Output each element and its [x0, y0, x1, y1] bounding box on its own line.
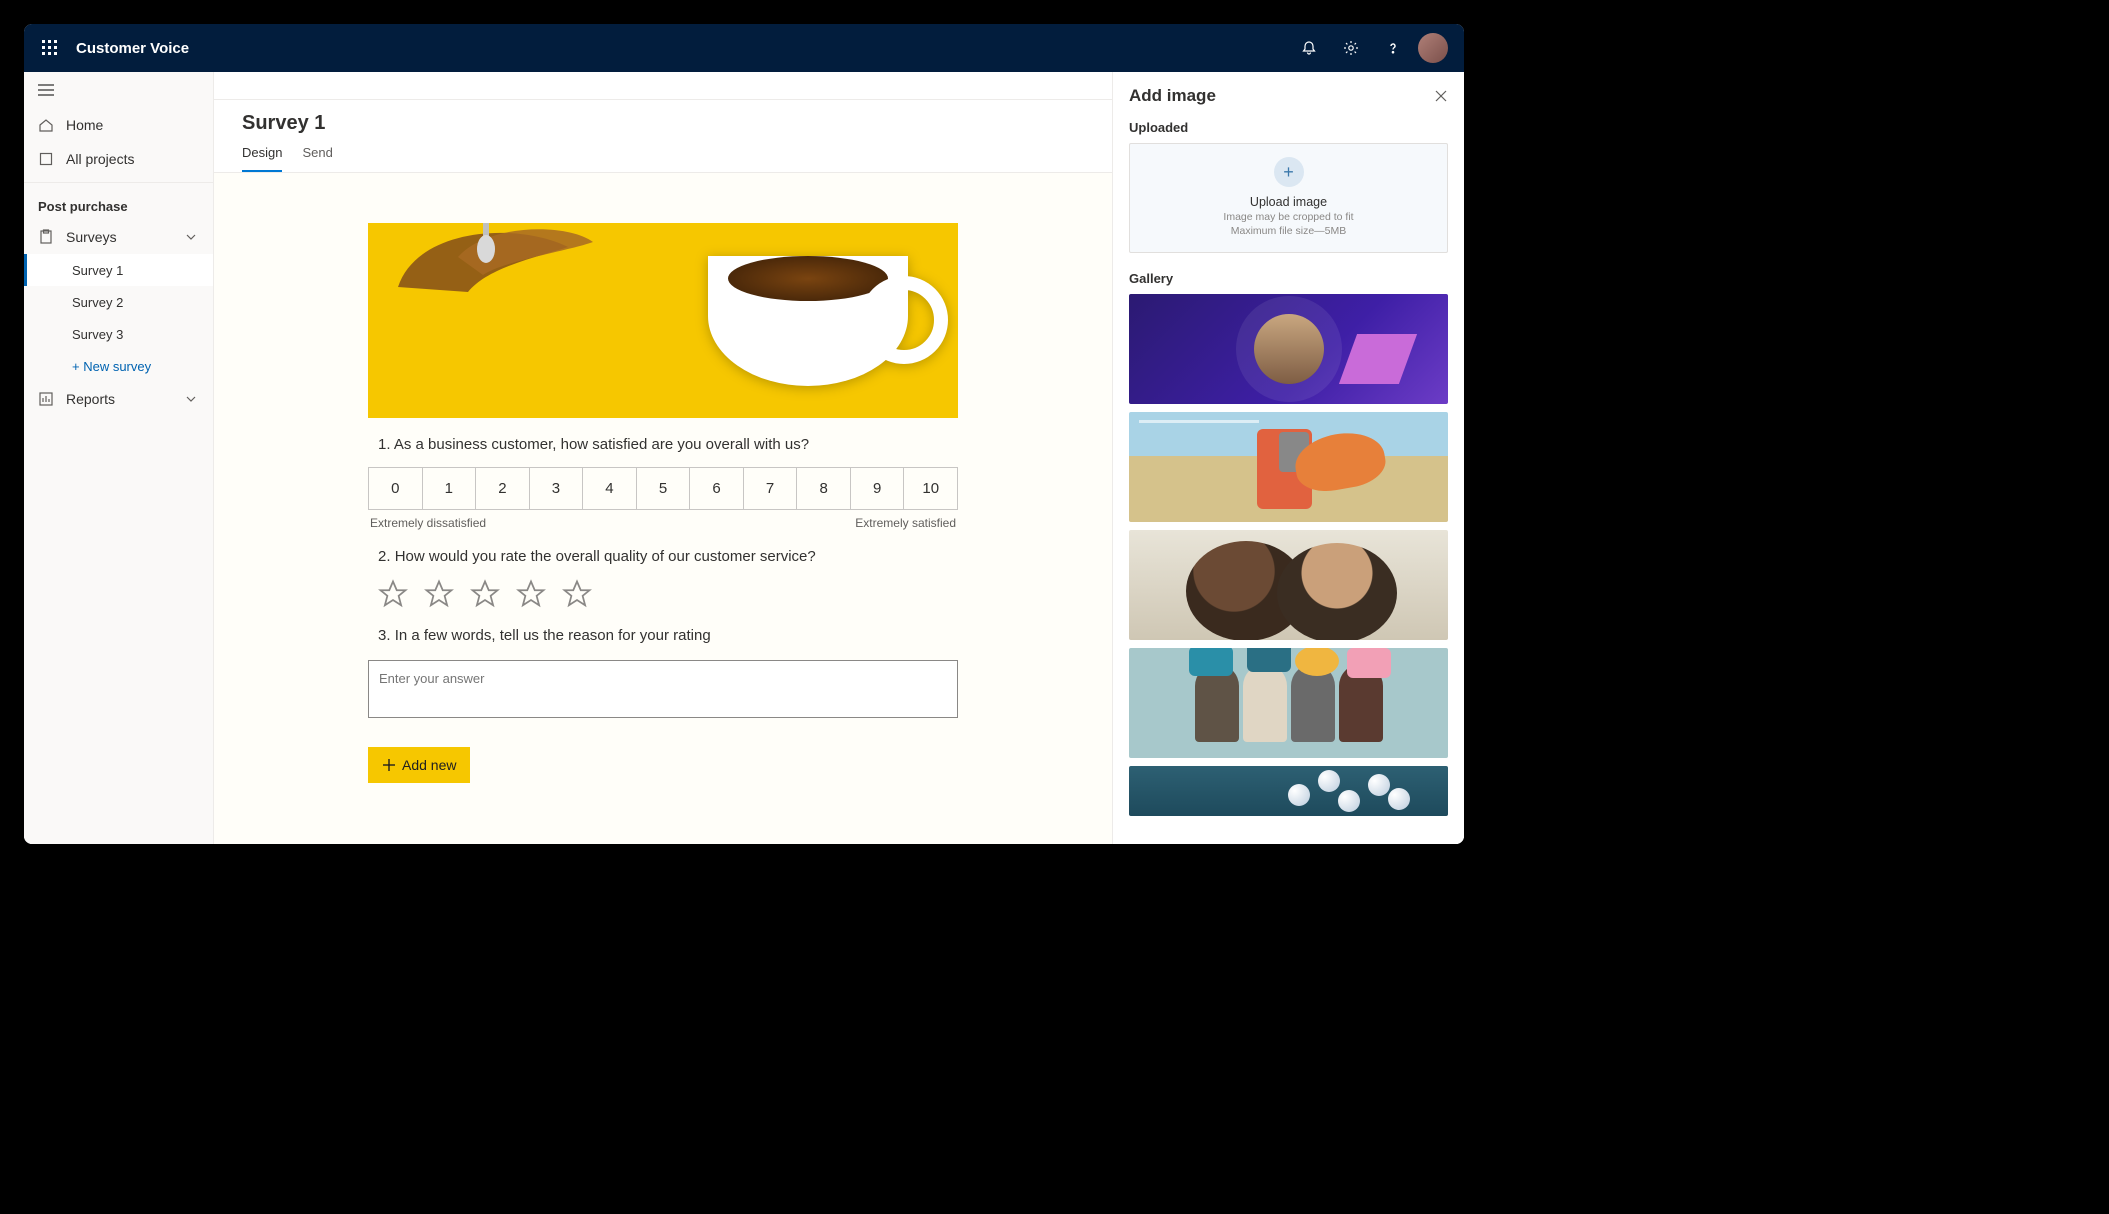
- page-title: Survey 1: [242, 112, 1084, 135]
- nav-home-label: Home: [66, 117, 103, 133]
- nav-surveys-label: Surveys: [66, 229, 117, 245]
- nps-option-3[interactable]: 3: [530, 468, 584, 509]
- uploaded-label: Uploaded: [1129, 120, 1448, 135]
- q3-text: In a few words, tell us the reason for y…: [395, 627, 711, 644]
- nps-option-4[interactable]: 4: [583, 468, 637, 509]
- upload-image-button[interactable]: + Upload image Image may be cropped to f…: [1129, 143, 1448, 253]
- nps-option-9[interactable]: 9: [851, 468, 905, 509]
- star-3[interactable]: [470, 579, 500, 609]
- add-image-panel: Add image Uploaded + Upload image Image …: [1112, 72, 1464, 844]
- chevron-down-icon: [183, 391, 199, 407]
- star-4[interactable]: [516, 579, 546, 609]
- nps-option-1[interactable]: 1: [423, 468, 477, 509]
- app-launcher-icon[interactable]: [34, 32, 66, 64]
- survey-hero-image[interactable]: [368, 223, 958, 418]
- hamburger-icon[interactable]: [24, 72, 213, 108]
- upload-hint1: Image may be cropped to fit: [1223, 211, 1353, 225]
- nps-scale: 012345678910: [368, 467, 958, 510]
- q1-text: As a business customer, how satisfied ar…: [394, 436, 809, 453]
- nav-surveys[interactable]: Surveys: [24, 220, 213, 254]
- question-1: 1. As a business customer, how satisfied…: [368, 418, 958, 459]
- nps-high-label: Extremely satisfied: [855, 516, 956, 530]
- close-icon[interactable]: [1434, 89, 1448, 103]
- nps-option-6[interactable]: 6: [690, 468, 744, 509]
- nps-option-7[interactable]: 7: [744, 468, 798, 509]
- home-icon: [38, 117, 54, 133]
- question-2: 2. How would you rate the overall qualit…: [368, 530, 958, 571]
- q1-number: 1.: [378, 436, 391, 453]
- gallery-image-5[interactable]: [1129, 766, 1448, 816]
- tab-send[interactable]: Send: [302, 145, 332, 172]
- nav-all-projects-label: All projects: [66, 151, 134, 167]
- nps-option-8[interactable]: 8: [797, 468, 851, 509]
- nps-option-2[interactable]: 2: [476, 468, 530, 509]
- upload-cta: Upload image: [1250, 195, 1327, 209]
- answer-textarea[interactable]: [368, 660, 958, 718]
- plus-circle-icon: +: [1274, 157, 1304, 187]
- add-new-label: Add new: [402, 757, 456, 773]
- avatar[interactable]: [1418, 33, 1448, 63]
- add-new-button[interactable]: Add new: [368, 747, 470, 783]
- nps-low-label: Extremely dissatisfied: [370, 516, 486, 530]
- reports-icon: [38, 391, 54, 407]
- gallery-label: Gallery: [1129, 271, 1448, 286]
- star-rating: [368, 579, 958, 609]
- gallery-image-3[interactable]: [1129, 530, 1448, 640]
- panel-title: Add image: [1129, 86, 1216, 106]
- nav-reports-label: Reports: [66, 391, 115, 407]
- main-content: Survey 1 Design Send: [214, 72, 1112, 844]
- app-title: Customer Voice: [76, 40, 189, 57]
- gallery-image-2[interactable]: [1129, 412, 1448, 522]
- gallery-image-1[interactable]: [1129, 294, 1448, 404]
- q2-text: How would you rate the overall quality o…: [395, 548, 816, 565]
- title-bar: Customer Voice: [24, 24, 1464, 72]
- tab-design[interactable]: Design: [242, 145, 282, 172]
- nps-option-10[interactable]: 10: [904, 468, 957, 509]
- sidebar: Home All projects Post purchase Surveys …: [24, 72, 214, 844]
- nps-option-0[interactable]: 0: [369, 468, 423, 509]
- settings-icon[interactable]: [1330, 24, 1372, 72]
- question-3: 3. In a few words, tell us the reason fo…: [368, 609, 958, 650]
- nps-option-5[interactable]: 5: [637, 468, 691, 509]
- upload-hint2: Maximum file size—5MB: [1231, 225, 1347, 239]
- chevron-down-icon: [183, 229, 199, 245]
- gallery-image-4[interactable]: [1129, 648, 1448, 758]
- plus-icon: [382, 758, 396, 772]
- surveys-icon: [38, 229, 54, 245]
- notifications-icon[interactable]: [1288, 24, 1330, 72]
- nav-survey-3[interactable]: Survey 3: [24, 318, 213, 350]
- q2-number: 2.: [378, 548, 391, 565]
- q3-number: 3.: [378, 627, 391, 644]
- nav-new-survey[interactable]: + New survey: [24, 350, 213, 382]
- splash-graphic: [368, 223, 598, 327]
- projects-icon: [38, 151, 54, 167]
- nav-home[interactable]: Home: [24, 108, 213, 142]
- star-1[interactable]: [378, 579, 408, 609]
- nav-reports[interactable]: Reports: [24, 382, 213, 416]
- star-2[interactable]: [424, 579, 454, 609]
- nav-survey-2[interactable]: Survey 2: [24, 286, 213, 318]
- project-name: Post purchase: [24, 189, 213, 220]
- nav-survey-1[interactable]: Survey 1: [24, 254, 213, 286]
- nav-all-projects[interactable]: All projects: [24, 142, 213, 176]
- help-icon[interactable]: [1372, 24, 1414, 72]
- star-5[interactable]: [562, 579, 592, 609]
